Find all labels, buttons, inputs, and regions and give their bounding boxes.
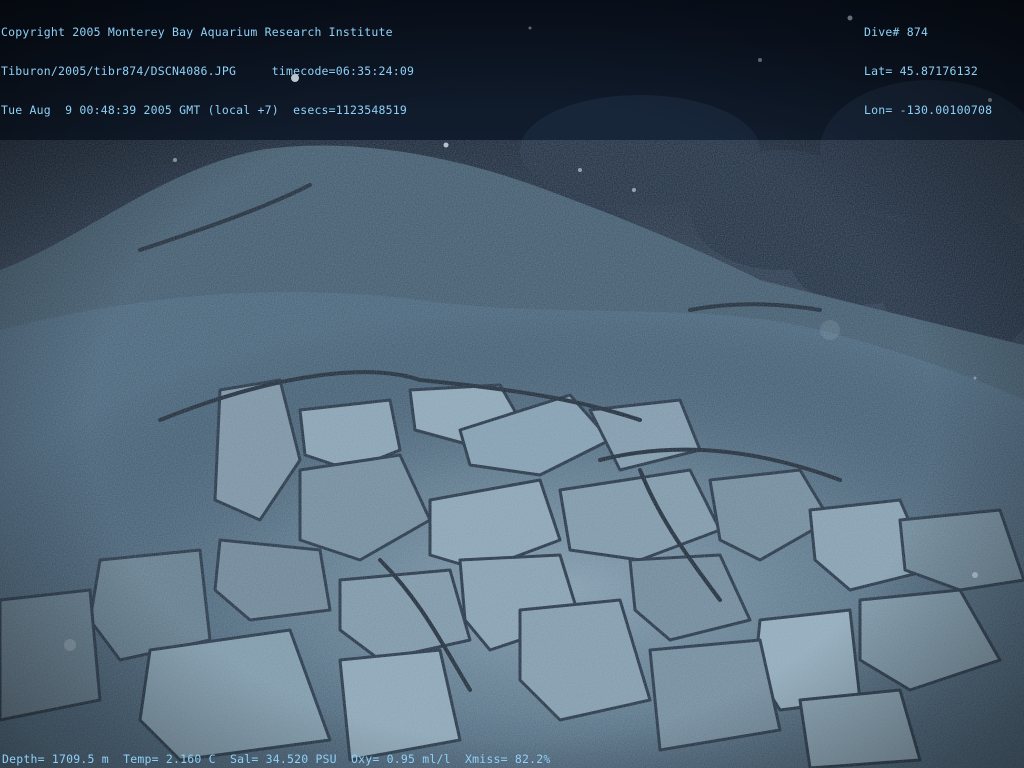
longitude: Lon= -130.00100708 bbox=[864, 103, 993, 117]
dive-location: Dive# 874 Lat= 45.87176132 Lon= -130.001… bbox=[864, 0, 992, 143]
seafloor-photo-frame: Copyright 2005 Monterey Bay Aquarium Res… bbox=[0, 0, 1024, 768]
file-timecode-line: Tiburon/2005/tibr874/DSCN4086.JPG timeco… bbox=[1, 64, 415, 78]
latitude: Lat= 45.87176132 bbox=[864, 64, 978, 78]
copyright-line: Copyright 2005 Monterey Bay Aquarium Res… bbox=[1, 25, 393, 39]
sensor-readout: Depth= 1709.5 m Temp= 2.160 C Sal= 34.52… bbox=[2, 752, 551, 766]
dive-number: Dive# 874 bbox=[864, 25, 929, 39]
header-metadata: Copyright 2005 Monterey Bay Aquarium Res… bbox=[1, 0, 414, 143]
date-esecs-line: Tue Aug 9 00:48:39 2005 GMT (local +7) e… bbox=[1, 103, 408, 117]
